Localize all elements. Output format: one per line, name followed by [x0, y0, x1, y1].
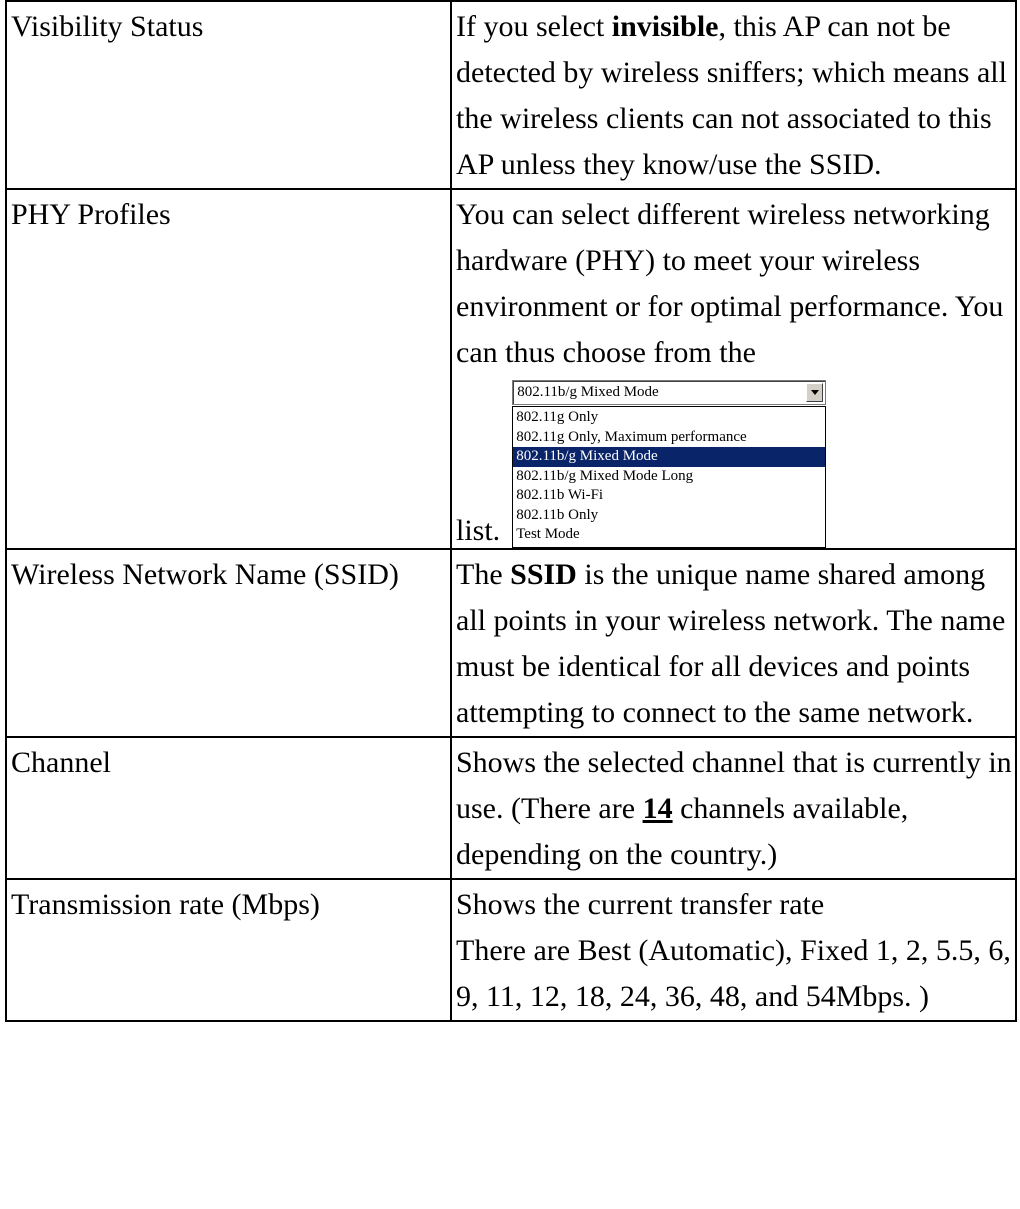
phy-option[interactable]: 802.11b/g Mixed Mode — [513, 447, 826, 467]
row-description: If you select invisible, this AP can not… — [450, 0, 1017, 190]
phy-options-list: 802.11g Only 802.11g Only, Maximum perfor… — [512, 406, 827, 548]
dropdown-button[interactable] — [806, 383, 824, 402]
settings-table: Visibility Status If you select invisibl… — [5, 0, 1017, 1022]
phy-option[interactable]: 802.11b/g Mixed Mode Long — [513, 467, 825, 487]
table-row: Wireless Network Name (SSID) The SSID is… — [5, 547, 1017, 738]
chevron-down-icon — [810, 390, 819, 395]
row-description: Shows the selected channel that is curre… — [450, 735, 1017, 880]
phy-option[interactable]: 802.11b Wi-Fi — [513, 486, 825, 506]
phy-option[interactable]: Test Mode — [513, 525, 825, 545]
phy-option[interactable]: 802.11g Only — [513, 408, 825, 428]
row-description: Shows the current transfer rate There are… — [450, 877, 1017, 1022]
description-text: The — [456, 557, 511, 591]
row-description: You can select different wireless networ… — [450, 188, 1017, 550]
list-word: list. — [456, 513, 501, 547]
row-label: PHY Profiles — [5, 188, 452, 550]
row-label: Transmission rate (Mbps) — [5, 877, 452, 1022]
phy-list-line: list. 802.11b/g Mixed Mode 802.11g Only 8… — [456, 380, 1013, 548]
description-text: Shows the current transfer rate — [456, 887, 825, 921]
description-text: There are Best (Automatic), Fixed 1, 2, … — [456, 933, 1011, 1013]
table-row: Visibility Status If you select invisibl… — [5, 0, 1017, 190]
emphasis-text: SSID — [510, 557, 577, 591]
phy-option[interactable]: 802.11g Only, Maximum performance — [513, 428, 825, 448]
phy-option[interactable]: 802.11b Only — [513, 506, 825, 526]
description-text: If you select — [456, 10, 612, 43]
table-row: PHY Profiles You can select different wi… — [5, 188, 1017, 550]
row-label: Visibility Status — [5, 0, 452, 190]
phy-profile-combobox[interactable]: 802.11b/g Mixed Mode — [512, 380, 827, 405]
table-row: Transmission rate (Mbps) Shows the curre… — [5, 877, 1017, 1022]
row-description: The SSID is the unique name shared among… — [450, 547, 1017, 738]
description-text: You can select different wireless networ… — [456, 198, 1004, 369]
emphasis-text: invisible — [611, 10, 719, 43]
phy-profile-select[interactable]: 802.11b/g Mixed Mode 802.11g Only 802.11g… — [512, 380, 827, 548]
row-label: Channel — [5, 735, 452, 880]
phy-description-text: You can select different wireless networ… — [456, 192, 1013, 376]
table-row: Channel Shows the selected channel that … — [5, 735, 1017, 880]
emphasis-text: 14 — [642, 791, 673, 825]
selected-value: 802.11b/g Mixed Mode — [517, 384, 659, 400]
row-label: Wireless Network Name (SSID) — [5, 547, 452, 738]
